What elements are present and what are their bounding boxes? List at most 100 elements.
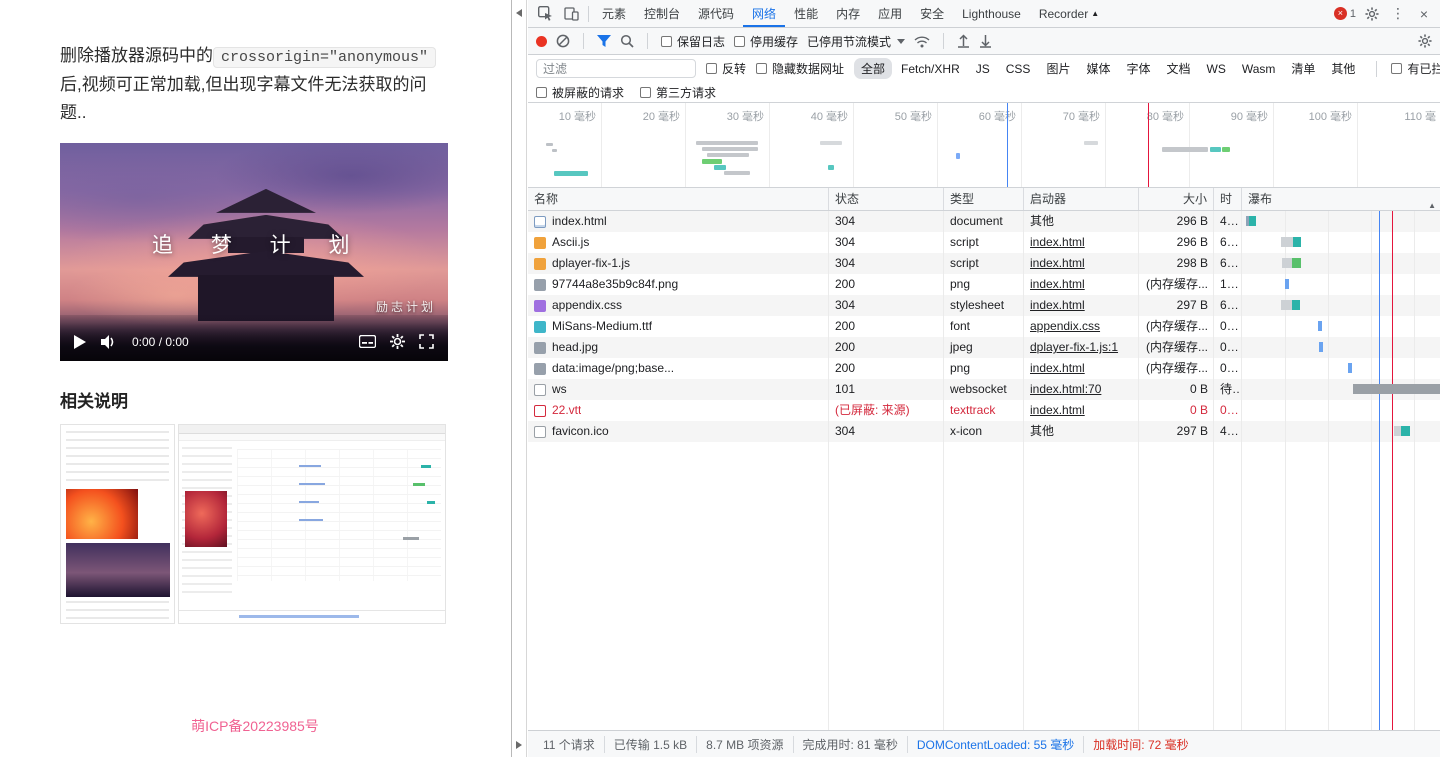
volume-button[interactable]	[101, 334, 117, 349]
tab-应用[interactable]: 应用	[869, 0, 911, 27]
filter-chip-CSS[interactable]: CSS	[999, 60, 1038, 78]
header-name[interactable]: 名称	[528, 188, 829, 210]
tab-元素[interactable]: 元素	[593, 0, 635, 27]
filter-chip-全部[interactable]: 全部	[854, 58, 893, 79]
third-party-checkbox[interactable]: 第三方请求	[640, 84, 716, 101]
record-button[interactable]	[536, 35, 547, 47]
waterfall-event-line	[1379, 211, 1380, 730]
cell-status: 200	[835, 277, 856, 291]
related-screenshot-1	[60, 423, 175, 624]
blocked-cookies-checkbox[interactable]: 有已拦截的 Cookie	[1391, 60, 1440, 77]
overview-ruler-label: 50 毫秒	[894, 111, 932, 123]
disable-cache-checkbox[interactable]: 停用缓存	[734, 33, 798, 50]
column-border	[1241, 211, 1242, 730]
initiator-link[interactable]: index.html	[1030, 403, 1085, 417]
initiator-link[interactable]: index.html	[1030, 277, 1085, 291]
tab-Recorder[interactable]: Recorder ▲	[1030, 0, 1108, 27]
device-toolbar-button[interactable]	[558, 2, 584, 26]
table-row[interactable]: dplayer-fix-1.js 304 script index.html 298 B…	[528, 253, 1440, 274]
cell-size: (内存缓存...	[1146, 277, 1208, 291]
expand-right-icon	[516, 741, 522, 749]
tab-性能[interactable]: 性能	[785, 0, 827, 27]
settings-button[interactable]	[390, 334, 405, 350]
tab-Lighthouse[interactable]: Lighthouse	[953, 0, 1030, 27]
tab-源代码[interactable]: 源代码	[689, 0, 743, 27]
subtitles-button[interactable]	[359, 335, 376, 349]
initiator-link[interactable]: index.html	[1030, 256, 1085, 270]
filter-chip-清单[interactable]: 清单	[1284, 58, 1322, 79]
waterfall-gridline	[1328, 211, 1329, 730]
network-conditions-button[interactable]	[914, 35, 930, 48]
network-overview[interactable]: 10 毫秒 20 毫秒 30 毫秒 40 毫秒 50 毫秒 60 毫秒 70 毫秒 80 毫秒…	[528, 103, 1440, 188]
table-row[interactable]: favicon.ico 304 x-icon 其他 297 B 4...	[528, 421, 1440, 442]
throttling-value: 已停用节流模式	[807, 34, 892, 49]
related-heading: 相关说明	[60, 391, 128, 411]
initiator-link[interactable]: index.html	[1030, 235, 1085, 249]
filter-input[interactable]	[536, 59, 696, 78]
table-row[interactable]: ws 101 websocket index.html:70 0 B 待..	[528, 379, 1440, 400]
inspect-button[interactable]	[532, 2, 558, 26]
initiator-link[interactable]: dplayer-fix-1.js:1	[1030, 340, 1118, 354]
filter-chip-字体[interactable]: 字体	[1119, 58, 1157, 79]
filter-toggle-button[interactable]	[597, 34, 611, 48]
tab-控制台[interactable]: 控制台	[635, 0, 689, 27]
tab-内存[interactable]: 内存	[827, 0, 869, 27]
video-player[interactable]: 追 梦 计 划 励志计划 0:00 / 0:00	[60, 142, 448, 361]
filter-chip-Wasm[interactable]: Wasm	[1235, 60, 1283, 78]
tab-网络[interactable]: 网络	[743, 0, 785, 27]
table-row[interactable]: head.jpg 200 jpeg dplayer-fix-1.js:1 (内存缓存..…	[528, 337, 1440, 358]
network-table-body: index.html 304 document 其他 296 B 4... Ascii.js…	[528, 211, 1440, 730]
fullscreen-button[interactable]	[419, 334, 434, 350]
table-row[interactable]: MiSans-Medium.ttf 200 font appendix.css (内存缓…	[528, 316, 1440, 337]
filter-chip-JS[interactable]: JS	[969, 60, 997, 78]
close-devtools-button[interactable]: ×	[1414, 6, 1434, 22]
filter-chip-文档[interactable]: 文档	[1159, 58, 1197, 79]
import-har-button[interactable]	[957, 34, 970, 48]
table-row[interactable]: data:image/png;base... 200 png index.html (内…	[528, 358, 1440, 379]
header-initiator[interactable]: 启动器	[1024, 188, 1139, 210]
filter-chip-Fetch/XHR[interactable]: Fetch/XHR	[894, 60, 967, 78]
table-row[interactable]: index.html 304 document 其他 296 B 4...	[528, 211, 1440, 232]
table-row[interactable]: appendix.css 304 stylesheet index.html 297 B…	[528, 295, 1440, 316]
invert-checkbox[interactable]: 反转	[706, 60, 746, 77]
waterfall-bar	[1285, 279, 1289, 289]
cell-name: index.html	[528, 211, 829, 232]
overview-bar	[820, 141, 842, 145]
cell-name: ws	[528, 379, 829, 400]
table-row[interactable]: 22.vtt (已屏蔽: 来源) texttrack index.html 0 B 0..…	[528, 400, 1440, 421]
devtools-settings-button[interactable]	[1362, 6, 1382, 21]
splitter-strip[interactable]	[512, 0, 527, 757]
export-har-button[interactable]	[979, 34, 992, 48]
header-size[interactable]: 大小	[1139, 188, 1214, 210]
header-waterfall[interactable]: 瀑布 ▲	[1242, 188, 1440, 210]
initiator-link[interactable]: index.html	[1030, 361, 1085, 375]
search-button[interactable]	[620, 34, 634, 48]
filter-chip-WS[interactable]: WS	[1200, 60, 1233, 78]
preserve-log-checkbox[interactable]: 保留日志	[661, 33, 725, 50]
blocked-requests-checkbox[interactable]: 被屏蔽的请求	[536, 84, 624, 101]
clear-button[interactable]	[556, 34, 570, 48]
header-time[interactable]: 时	[1214, 188, 1242, 210]
cell-time: 0...	[1220, 403, 1237, 417]
waterfall-bar	[1401, 426, 1410, 436]
throttling-select[interactable]: 已停用节流模式	[807, 33, 906, 50]
icp-footer-link[interactable]: 萌ICP备20223985号	[60, 716, 450, 736]
play-button[interactable]	[74, 334, 86, 349]
column-border	[828, 211, 829, 730]
filter-chip-其他[interactable]: 其他	[1324, 58, 1362, 79]
initiator-link[interactable]: index.html	[1030, 298, 1085, 312]
table-row[interactable]: Ascii.js 304 script index.html 296 B 6...	[528, 232, 1440, 253]
network-filterbar-2: 被屏蔽的请求 第三方请求	[528, 82, 1440, 103]
filter-chip-媒体[interactable]: 媒体	[1079, 58, 1117, 79]
initiator-link[interactable]: appendix.css	[1030, 319, 1100, 333]
hide-data-urls-checkbox[interactable]: 隐藏数据网址	[756, 60, 844, 77]
tab-安全[interactable]: 安全	[911, 0, 953, 27]
header-type[interactable]: 类型	[944, 188, 1024, 210]
network-settings-button[interactable]	[1418, 34, 1432, 48]
header-status[interactable]: 状态	[829, 188, 944, 210]
initiator-link[interactable]: index.html:70	[1030, 382, 1101, 396]
table-row[interactable]: 97744a8e35b9c84f.png 200 png index.html (内存缓…	[528, 274, 1440, 295]
error-badge[interactable]: × 1	[1333, 7, 1356, 20]
more-options-button[interactable]: ⋮	[1388, 5, 1408, 22]
filter-chip-图片[interactable]: 图片	[1039, 58, 1077, 79]
